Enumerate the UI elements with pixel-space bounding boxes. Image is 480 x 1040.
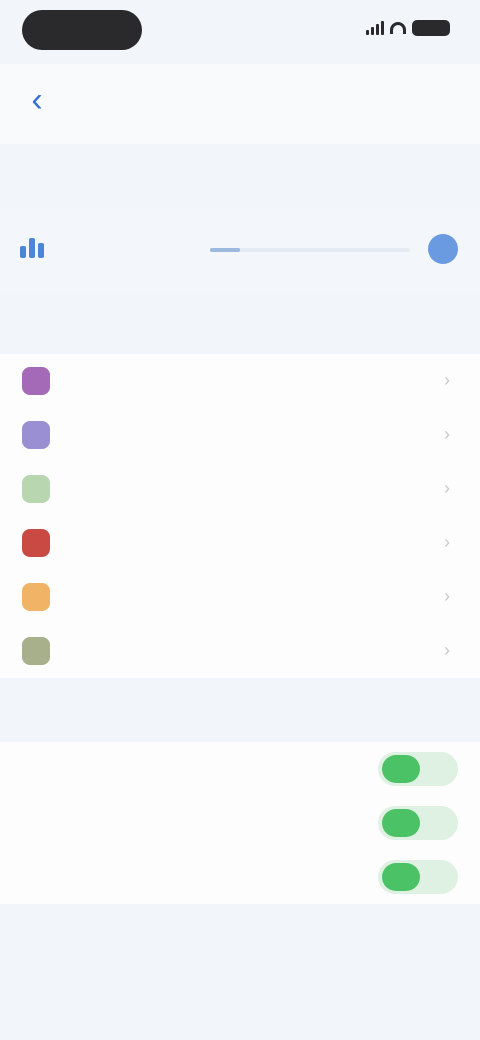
app-icon bbox=[22, 367, 50, 395]
status-icons bbox=[366, 20, 450, 36]
toggle-knob bbox=[382, 809, 420, 837]
setting-toggle[interactable] bbox=[378, 860, 458, 894]
setting-toggle[interactable] bbox=[378, 806, 458, 840]
chevron-right-icon: › bbox=[444, 586, 450, 606]
app-icon bbox=[22, 421, 50, 449]
app-row[interactable]: › bbox=[0, 408, 480, 462]
battery-icon bbox=[412, 20, 450, 36]
storage-chart-icon bbox=[20, 236, 46, 258]
setting-row bbox=[0, 796, 480, 850]
storage-info-button[interactable] bbox=[428, 234, 458, 264]
app-row[interactable]: › bbox=[0, 354, 480, 408]
settings-list bbox=[0, 742, 480, 904]
back-button[interactable]: ‹ bbox=[22, 82, 52, 118]
app-row[interactable]: › bbox=[0, 516, 480, 570]
navigation-bar: ‹ bbox=[0, 64, 480, 144]
chevron-right-icon: › bbox=[444, 532, 450, 552]
storage-usage-fill bbox=[210, 248, 240, 252]
storage-summary[interactable] bbox=[0, 208, 480, 290]
chevron-right-icon: › bbox=[444, 478, 450, 498]
wifi-icon bbox=[390, 22, 406, 34]
status-bar bbox=[0, 0, 480, 64]
app-icon bbox=[22, 637, 50, 665]
toggle-knob bbox=[382, 863, 420, 891]
signal-icon bbox=[366, 21, 384, 35]
app-icon bbox=[22, 475, 50, 503]
status-time bbox=[22, 10, 142, 50]
storage-usage-bar bbox=[210, 248, 410, 252]
apps-list: › › › › › › bbox=[0, 354, 480, 678]
setting-row bbox=[0, 742, 480, 796]
chevron-right-icon: › bbox=[444, 640, 450, 660]
app-row[interactable]: › bbox=[0, 570, 480, 624]
chevron-right-icon: › bbox=[444, 424, 450, 444]
chevron-right-icon: › bbox=[444, 370, 450, 390]
setting-toggle[interactable] bbox=[378, 752, 458, 786]
app-row[interactable]: › bbox=[0, 624, 480, 678]
setting-row bbox=[0, 850, 480, 904]
app-row[interactable]: › bbox=[0, 462, 480, 516]
app-icon bbox=[22, 529, 50, 557]
app-icon bbox=[22, 583, 50, 611]
toggle-knob bbox=[382, 755, 420, 783]
